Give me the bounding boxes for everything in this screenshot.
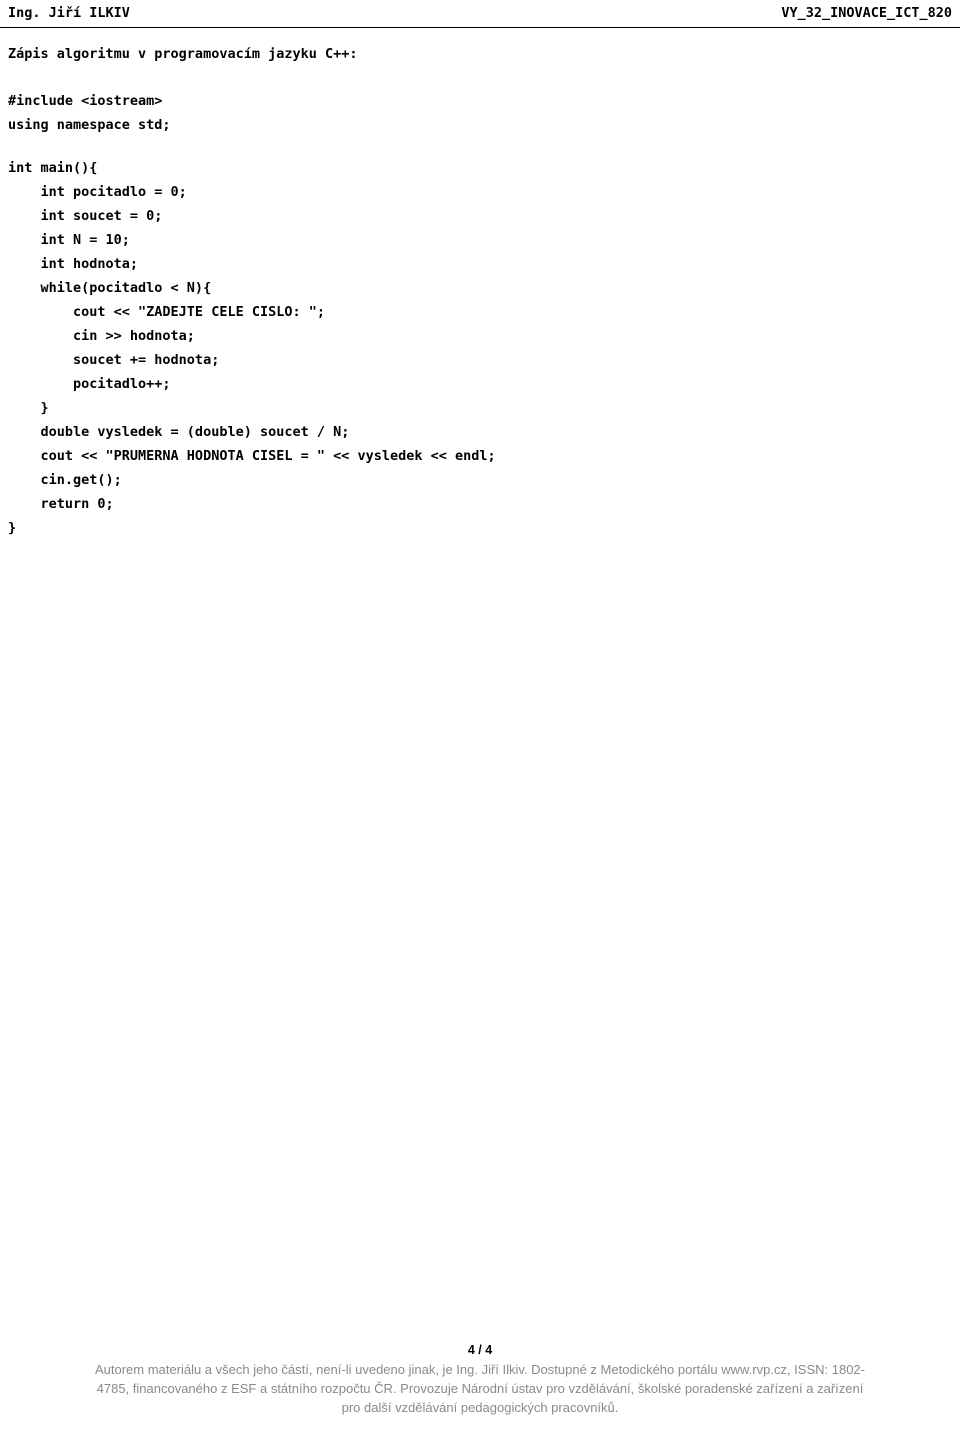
code-block-includes: #include <iostream> using namespace std; — [8, 93, 171, 134]
page-header: Ing. Jiří ILKIV VY_32_INOVACE_ICT_820 — [0, 0, 960, 30]
footer-attribution: Autorem materiálu a všech jeho částí, ne… — [0, 1361, 960, 1418]
document-content: Zápis algoritmu v programovacím jazyku C… — [8, 45, 952, 541]
footer-line-3: pro další vzdělávání pedagogických praco… — [341, 1400, 619, 1416]
footer-line-2: 4785, financovaného z ESF a státního roz… — [96, 1381, 864, 1397]
code-block-main: int main(){ int pocitadlo = 0; int souce… — [8, 160, 496, 537]
document-page: Ing. Jiří ILKIV VY_32_INOVACE_ICT_820 Zá… — [0, 0, 960, 1440]
header-author: Ing. Jiří ILKIV — [8, 5, 130, 21]
footer-line-1: Autorem materiálu a všech jeho částí, ne… — [94, 1362, 865, 1378]
page-footer: 4 / 4 Autorem materiálu a všech jeho čás… — [0, 1343, 960, 1418]
page-number: 4 / 4 — [467, 1343, 493, 1358]
intro-text: Zápis algoritmu v programovacím jazyku C… — [8, 46, 358, 62]
header-material-code: VY_32_INOVACE_ICT_820 — [781, 5, 952, 21]
header-divider — [0, 27, 960, 28]
